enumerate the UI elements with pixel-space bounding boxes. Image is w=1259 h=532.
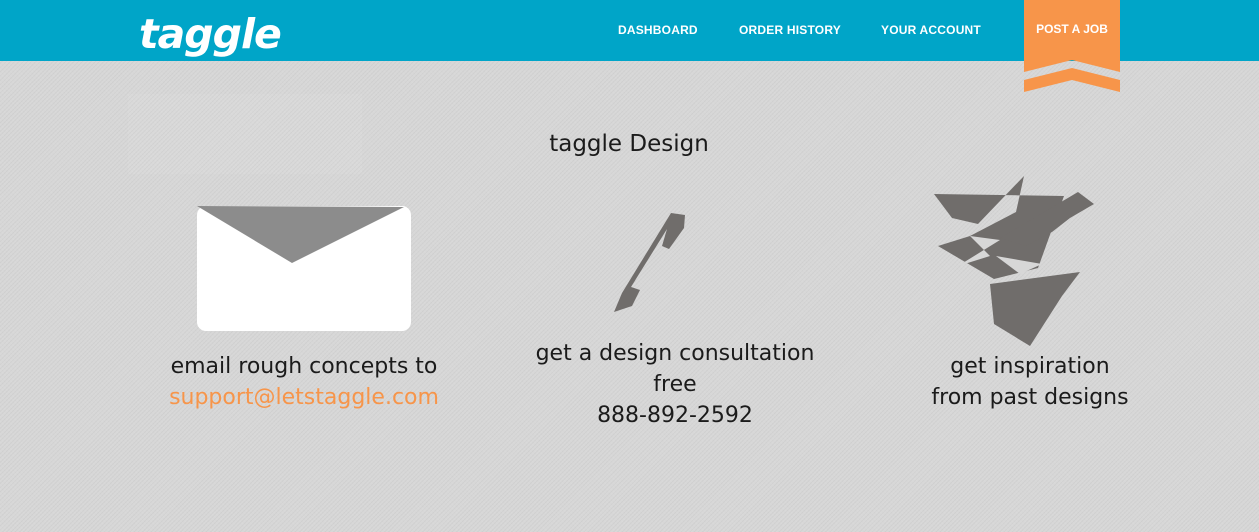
inspiration-feature-line1: get inspiration: [950, 354, 1110, 379]
email-feature-text: email rough concepts to support@letstagg…: [154, 351, 454, 413]
phone-feature-free: free: [653, 372, 697, 397]
envelope-icon: [197, 206, 411, 331]
post-a-job-button[interactable]: POST A JOB: [1024, 0, 1120, 92]
phone-feature-line: get a design consultation: [535, 341, 815, 366]
paper-plane-icon: [934, 176, 1094, 346]
phone-number[interactable]: 888-892-2592: [495, 400, 855, 431]
phone-icon: [614, 213, 685, 312]
nav-order-history-link[interactable]: ORDER HISTORY: [739, 23, 841, 37]
email-feature-line: email rough concepts to: [170, 354, 438, 379]
nav-your-account-link[interactable]: YOUR ACCOUNT: [881, 23, 981, 37]
phone-feature-text: get a design consultation free 888-892-2…: [495, 338, 855, 431]
faded-background-panel: [128, 94, 362, 174]
inspiration-feature-text: get inspiration from past designs: [880, 351, 1180, 413]
support-email-link[interactable]: support@letstaggle.com: [169, 385, 439, 410]
inspiration-feature-line2: from past designs: [931, 385, 1129, 410]
nav-dashboard-link[interactable]: DASHBOARD: [618, 23, 698, 37]
taggle-logo[interactable]: taggle: [139, 4, 282, 64]
ribbon-bookmark-icon: [1024, 0, 1120, 92]
page-title: taggle Design: [549, 131, 709, 157]
post-a-job-label: POST A JOB: [1036, 22, 1108, 36]
